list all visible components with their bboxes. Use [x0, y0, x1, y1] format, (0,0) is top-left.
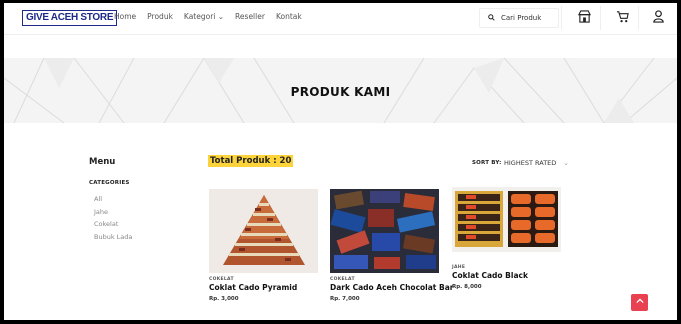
- category-list: All Jahe Cokelat Bubuk Lada: [94, 193, 132, 243]
- product-price: Rp. 3,000: [209, 296, 239, 302]
- category-item-bubuk-lada[interactable]: Bubuk Lada: [94, 231, 132, 244]
- shop-icon[interactable]: [576, 10, 592, 26]
- product-price: Rp. 7,000: [330, 296, 360, 302]
- product-category: JAHE: [452, 265, 466, 270]
- categories-heading: CATEGORIES: [89, 180, 130, 186]
- category-item-all[interactable]: All: [94, 193, 132, 206]
- sort-value[interactable]: HIGHEST RATED: [504, 159, 556, 167]
- back-to-top-button[interactable]: [631, 294, 648, 311]
- nav-kontak[interactable]: Kontak: [276, 12, 302, 21]
- header-divider: [600, 6, 601, 30]
- product-name[interactable]: Coklat Cado Black: [452, 271, 562, 280]
- product-category: COKELAT: [209, 277, 234, 282]
- page-banner: PRODUK KAMI: [4, 58, 677, 123]
- product-image[interactable]: [209, 189, 318, 273]
- main-nav: Home Produk Kategori ⌄ Reseller Kontak: [114, 12, 302, 21]
- sort-label: SORT BY:: [472, 160, 502, 166]
- page-title: PRODUK KAMI: [290, 85, 391, 99]
- cart-icon[interactable]: [614, 10, 630, 26]
- search-icon[interactable]: [488, 13, 495, 23]
- chevron-up-icon[interactable]: [635, 297, 644, 307]
- product-name[interactable]: Dark Cado Aceh Chocolat Bar: [330, 283, 453, 292]
- category-item-jahe[interactable]: Jahe: [94, 206, 132, 219]
- product-card[interactable]: JAHE Coklat Cado Black Rp. 8,000: [452, 187, 562, 290]
- search-input[interactable]: Cari Produk: [501, 14, 541, 22]
- header-divider: [561, 6, 562, 30]
- nav-reseller[interactable]: Reseller: [235, 12, 265, 21]
- store-logo[interactable]: GIVE ACEH STORE: [22, 10, 118, 26]
- chevron-down-icon[interactable]: ⌄: [563, 159, 568, 167]
- product-card[interactable]: COKELAT Dark Cado Aceh Chocolat Bar Rp. …: [330, 189, 453, 302]
- search-box[interactable]: Cari Produk: [479, 8, 559, 28]
- product-image[interactable]: [330, 189, 439, 273]
- product-image[interactable]: [452, 187, 561, 252]
- product-name[interactable]: Coklat Cado Pyramid: [209, 283, 319, 292]
- category-item-cokelat[interactable]: Cokelat: [94, 218, 132, 231]
- product-price: Rp. 8,000: [452, 284, 482, 290]
- nav-produk[interactable]: Produk: [147, 12, 173, 21]
- sidebar-title: Menu: [89, 157, 116, 167]
- product-card[interactable]: COKELAT Coklat Cado Pyramid Rp. 3,000: [209, 189, 319, 302]
- nav-home[interactable]: Home: [114, 12, 136, 21]
- nav-kategori[interactable]: Kategori ⌄: [184, 12, 224, 21]
- user-icon[interactable]: [650, 10, 666, 26]
- site-header: GIVE ACEH STORE Home Produk Kategori ⌄ R…: [4, 3, 677, 35]
- product-category: COKELAT: [330, 277, 355, 282]
- sort-select[interactable]: HIGHEST RATED ⌄: [504, 159, 569, 167]
- header-divider: [638, 6, 639, 30]
- total-products: Total Produk : 20: [208, 155, 294, 167]
